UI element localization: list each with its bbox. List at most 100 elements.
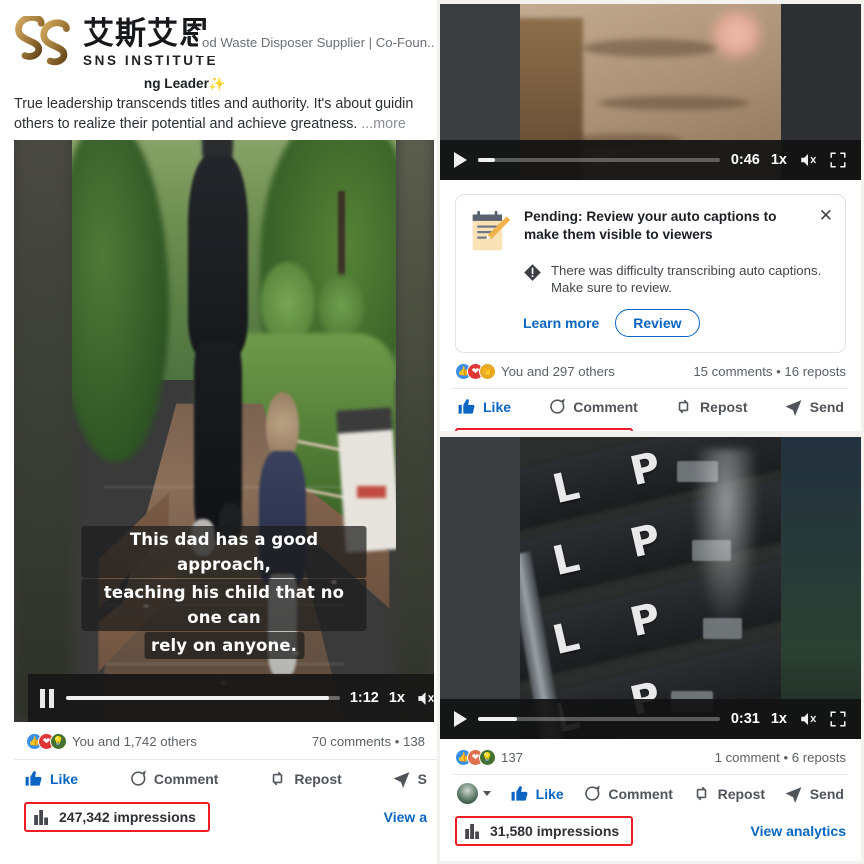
comment-bubble-icon: [131, 770, 146, 786]
user-avatar-icon: [457, 783, 478, 804]
send-paperplane-icon: [393, 772, 410, 788]
right-bottom-social: 👍 ❤ 💡 137 1 comment • 6 reposts Like Com…: [440, 739, 861, 855]
right-top-video-controls[interactable]: 0:46 1x: [440, 140, 861, 180]
left-post-panel: Becoming an Inspiring Leader✨ True leade…: [0, 0, 437, 864]
left-comment-button[interactable]: Comment: [128, 769, 218, 788]
right-bottom-video-scene: L P L P L P L P: [519, 437, 782, 739]
right-top-like-button[interactable]: Like: [457, 397, 511, 416]
left-post-title-tail: ng Leader: [143, 76, 209, 91]
video-blur-left: [14, 132, 72, 722]
left-reactions-group[interactable]: 👍 ❤ 💡 You and 1,742 others: [26, 733, 197, 750]
chevron-down-icon[interactable]: [483, 791, 491, 796]
reaction-celebrate-icon: 👏: [479, 363, 496, 380]
left-repost-button[interactable]: Repost: [268, 769, 342, 788]
reaction-insightful-icon: 💡: [479, 749, 496, 766]
left-post-header-snippet: od Waste Disposer Supplier | Co-Foun..: [198, 30, 437, 56]
reaction-avatar-picker[interactable]: [457, 783, 491, 804]
fullscreen-icon[interactable]: [829, 151, 847, 169]
right-bottom-impressions-row: 31,580 impressions View analytics: [453, 811, 848, 855]
right-top-repost-button[interactable]: Repost: [674, 397, 748, 416]
right-top-impressions-row: 88,621 impressions View analytics: [453, 423, 848, 431]
left-send-button[interactable]: S: [392, 769, 427, 788]
right-bottom-impressions-highlight[interactable]: 31,580 impressions: [455, 816, 634, 846]
left-video-player[interactable]: This dad has a good approach, teaching h…: [14, 132, 434, 722]
right-bottom-like-button[interactable]: Like: [510, 784, 564, 803]
right-bottom-view-analytics-link[interactable]: View analytics: [751, 823, 846, 839]
right-bottom-repost-button[interactable]: Repost: [692, 784, 765, 803]
comment-bubble-icon: [585, 785, 601, 801]
comment-bubble-icon: [550, 398, 566, 414]
review-button[interactable]: Review: [615, 309, 700, 337]
right-bottom-send-button[interactable]: Send: [784, 784, 844, 803]
learn-more-link[interactable]: Learn more: [523, 315, 599, 331]
screenshot-root: Becoming an Inspiring Leader✨ True leade…: [0, 0, 864, 864]
volume-muted-icon[interactable]: [798, 710, 818, 728]
left-video-controls[interactable]: 1:12 1x: [28, 674, 434, 722]
right-bottom-video-controls[interactable]: 0:31 1x: [440, 699, 861, 739]
auto-captions-notification: ✕ Pending: Review your auto captions to …: [455, 194, 846, 353]
right-bottom-reactions-row: 👍 ❤ 💡 137 1 comment • 6 reposts: [453, 739, 848, 774]
right-bottom-comment-button[interactable]: Comment: [582, 784, 673, 803]
video-subject-adult: [182, 132, 253, 569]
right-top-reactions-row: 👍 ❤ 👏 You and 297 others 15 comments • 1…: [453, 353, 848, 388]
right-top-reactions-text: You and 297 others: [501, 364, 615, 379]
volume-muted-icon[interactable]: [415, 689, 434, 708]
right-top-send-button[interactable]: Send: [784, 397, 844, 416]
video-time-label: 0:46: [730, 152, 760, 168]
right-bottom-actions-bar: Like Comment Repost Send: [453, 774, 848, 811]
reaction-insightful-icon: 💡: [50, 733, 67, 750]
left-post-body-line1: True leadership transcends titles and au…: [14, 96, 414, 112]
right-top-post-card: 0:46 1x ✕ Pending: Review your auto capt…: [440, 4, 861, 431]
playback-speed-button[interactable]: 1x: [771, 152, 787, 168]
right-top-video-player[interactable]: 0:46 1x: [440, 4, 861, 180]
right-top-impressions-highlight[interactable]: 88,621 impressions: [455, 428, 634, 431]
left-actions-bar: Like Comment Repost S: [14, 759, 437, 796]
alert-diamond-icon: [524, 264, 541, 281]
left-impressions-text: 247,342 impressions: [59, 809, 196, 825]
video-progress-scrubber[interactable]: [478, 158, 720, 162]
right-top-comment-button[interactable]: Comment: [547, 397, 638, 416]
right-bottom-video-player[interactable]: L P L P L P L P 0:31: [440, 437, 861, 739]
send-paperplane-icon: [785, 400, 802, 416]
playback-speed-button[interactable]: 1x: [771, 711, 787, 727]
right-bottom-reactions-text: 137: [501, 750, 524, 765]
sns-logo-icon: [15, 16, 70, 66]
right-column: 0:46 1x ✕ Pending: Review your auto capt…: [437, 0, 864, 864]
left-view-analytics-link[interactable]: View a: [384, 809, 427, 825]
close-icon[interactable]: ✕: [819, 207, 833, 224]
playback-speed-button[interactable]: 1x: [389, 690, 405, 706]
left-like-button[interactable]: Like: [24, 769, 78, 788]
right-bottom-comments-reposts[interactable]: 1 comment • 6 reposts: [715, 750, 846, 765]
video-progress-scrubber[interactable]: [478, 717, 720, 721]
left-post-social: 👍 ❤ 💡 You and 1,742 others 70 comments •…: [14, 722, 437, 842]
thumbs-up-icon: [458, 399, 475, 414]
left-impressions-row: 247,342 impressions View a: [14, 796, 437, 842]
play-icon[interactable]: [454, 152, 467, 168]
bar-chart-icon: [465, 823, 479, 839]
left-impressions-highlight[interactable]: 247,342 impressions: [24, 802, 210, 832]
see-more-link[interactable]: ...more: [361, 116, 406, 132]
right-top-social: 👍 ❤ 👏 You and 297 others 15 comments • 1…: [440, 353, 861, 431]
right-bottom-reactions-group[interactable]: 👍 ❤ 💡 137: [455, 749, 523, 766]
fullscreen-icon[interactable]: [829, 710, 847, 728]
right-top-comments-reposts[interactable]: 15 comments • 16 reposts: [693, 364, 846, 379]
play-icon[interactable]: [454, 711, 467, 727]
right-top-reactions-group[interactable]: 👍 ❤ 👏 You and 297 others: [455, 363, 615, 380]
notepad-pencil-icon: [472, 210, 511, 251]
video-progress-scrubber[interactable]: [66, 696, 340, 700]
brand-logo: 艾斯艾恩 SNS INSTITUTE: [14, 16, 218, 70]
video-time-label: 1:12: [349, 690, 379, 706]
left-comments-reposts[interactable]: 70 comments • 138: [312, 734, 425, 749]
sparkle-icon: ✨: [208, 76, 226, 91]
left-reactions-row: 👍 ❤ 💡 You and 1,742 others 70 comments •…: [14, 722, 437, 759]
reaction-icons: 👍 ❤ 💡: [26, 733, 67, 750]
video-subject-child: [257, 391, 309, 687]
left-post-text: Becoming an Inspiring Leader✨ True leade…: [14, 76, 437, 140]
repost-icon: [678, 399, 689, 414]
video-time-label: 0:31: [730, 711, 760, 727]
volume-muted-icon[interactable]: [798, 151, 818, 169]
send-paperplane-icon: [785, 787, 802, 803]
notification-subtext: There was difficulty transcribing auto c…: [551, 263, 822, 295]
pause-icon[interactable]: [40, 688, 56, 708]
video-scene-boardwalk: [72, 132, 396, 722]
